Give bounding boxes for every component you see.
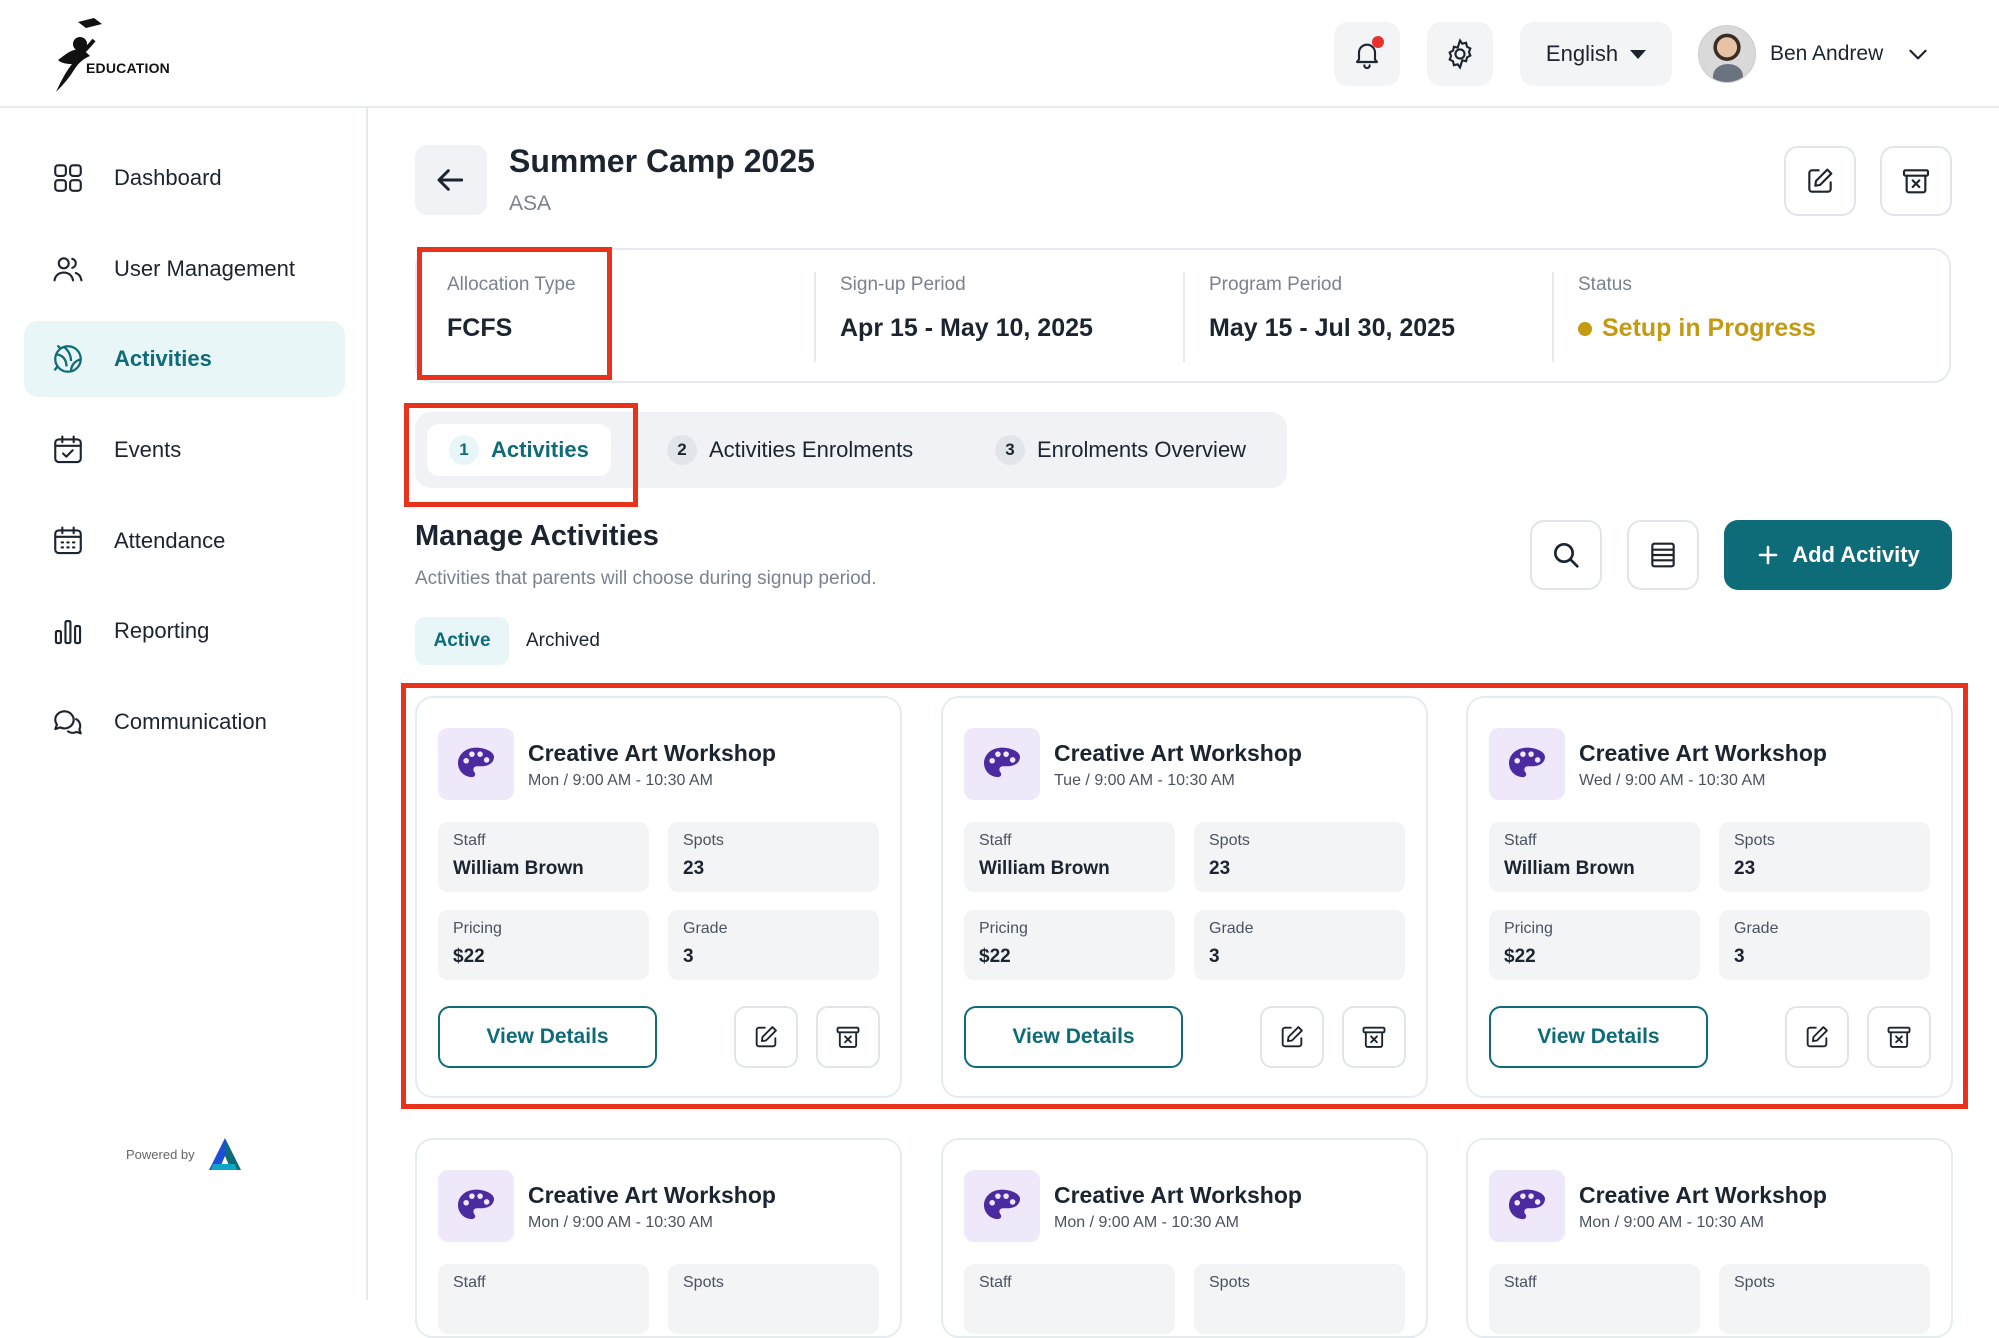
archive-program-button[interactable] bbox=[1880, 146, 1952, 216]
caret-down-icon bbox=[1630, 49, 1647, 59]
staff-tile: Staff bbox=[964, 1264, 1175, 1334]
spots-tile: Spots bbox=[1194, 1264, 1405, 1334]
palette-icon bbox=[438, 1170, 514, 1242]
section-subtitle: Activities that parents will choose duri… bbox=[415, 568, 877, 589]
archive-icon bbox=[1902, 169, 1930, 194]
arrow-left-icon bbox=[437, 169, 464, 191]
list-view-icon bbox=[1651, 542, 1675, 568]
staff-tile: Staff bbox=[1489, 1264, 1700, 1334]
sidebar-item-label: User Management bbox=[114, 256, 295, 281]
chat-icon bbox=[50, 704, 86, 740]
page-subtitle: ASA bbox=[509, 192, 552, 215]
chevron-down-icon bbox=[1909, 49, 1927, 60]
palette-icon bbox=[964, 1170, 1040, 1242]
status-badge: Setup in Progress bbox=[1578, 314, 1816, 343]
highlight-box bbox=[404, 403, 638, 507]
sidebar-item-attendance[interactable]: Attendance bbox=[24, 503, 345, 579]
notification-dot bbox=[1372, 36, 1384, 48]
calendar-check-icon bbox=[50, 432, 86, 468]
status-dot-icon bbox=[1578, 321, 1592, 336]
palette-icon bbox=[1489, 1170, 1565, 1242]
users-icon bbox=[50, 251, 86, 287]
logo-text: EDUCATION bbox=[86, 60, 170, 76]
list-view-button[interactable] bbox=[1627, 520, 1699, 590]
sidebar-item-label: Events bbox=[114, 437, 182, 462]
card-time: Mon / 9:00 AM - 10:30 AM bbox=[1579, 1214, 1764, 1231]
activity-card: Creative Art Workshop Mon / 9:00 AM - 10… bbox=[1466, 1138, 1953, 1338]
back-button[interactable] bbox=[415, 145, 487, 215]
sidebar-item-label: Reporting bbox=[114, 618, 210, 643]
dashboard-icon bbox=[50, 160, 86, 196]
status: Status Setup in Progress bbox=[1578, 274, 1816, 343]
search-button[interactable] bbox=[1530, 520, 1602, 590]
card-time: Mon / 9:00 AM - 10:30 AM bbox=[528, 1214, 713, 1231]
sidebar-item-dashboard[interactable]: Dashboard bbox=[24, 140, 345, 216]
calendar-grid-icon bbox=[50, 523, 86, 559]
tab-activities-enrolments[interactable]: 2 Activities Enrolments bbox=[645, 424, 935, 476]
staff-tile: Staff bbox=[438, 1264, 649, 1334]
plus-icon bbox=[1758, 545, 1778, 565]
sidebar-item-reporting[interactable]: Reporting bbox=[24, 593, 345, 669]
search-icon bbox=[1554, 543, 1579, 568]
activities-icon bbox=[50, 341, 86, 377]
program-info-card: Allocation Type FCFS Sign-up Period Apr … bbox=[415, 248, 1951, 383]
activity-card: Creative Art Workshop Mon / 9:00 AM - 10… bbox=[415, 1138, 902, 1338]
language-label: English bbox=[1545, 41, 1619, 66]
sidebar-item-activities[interactable]: Activities bbox=[24, 321, 345, 397]
tab-enrolments-overview[interactable]: 3 Enrolments Overview bbox=[973, 424, 1268, 476]
signup-period: Sign-up Period Apr 15 - May 10, 2025 bbox=[840, 274, 1093, 342]
filter-active[interactable]: Active bbox=[415, 617, 509, 665]
highlight-box bbox=[417, 247, 612, 380]
avatar bbox=[1698, 25, 1756, 83]
education-logo[interactable] bbox=[50, 14, 180, 96]
card-time: Mon / 9:00 AM - 10:30 AM bbox=[1054, 1214, 1239, 1231]
user-menu[interactable]: Ben Andrew bbox=[1698, 25, 1931, 83]
spots-tile: Spots bbox=[668, 1264, 879, 1334]
language-selector[interactable]: English bbox=[1520, 22, 1672, 86]
sidebar-item-events[interactable]: Events bbox=[24, 412, 345, 488]
card-title: Creative Art Workshop bbox=[528, 1182, 776, 1208]
sidebar-item-communication[interactable]: Communication bbox=[24, 684, 345, 760]
vendor-logo-icon bbox=[208, 1138, 241, 1170]
sidebar-item-label: Activities bbox=[114, 346, 212, 371]
top-bar: EDUCATION English Ben Andrew bbox=[0, 0, 1999, 108]
add-activity-button[interactable]: Add Activity bbox=[1724, 520, 1952, 590]
card-title: Creative Art Workshop bbox=[1579, 1182, 1827, 1208]
highlight-box bbox=[401, 683, 1968, 1109]
gear-icon bbox=[1448, 38, 1472, 70]
powered-by: Powered by bbox=[126, 1136, 243, 1172]
powered-by-label: Powered by bbox=[126, 1146, 195, 1162]
notifications-button[interactable] bbox=[1334, 22, 1400, 86]
filter-archived[interactable]: Archived bbox=[526, 617, 600, 665]
edit-icon bbox=[1808, 168, 1833, 193]
page-title: Summer Camp 2025 bbox=[509, 143, 815, 179]
bar-chart-icon bbox=[50, 613, 86, 649]
sidebar-item-label: Attendance bbox=[114, 528, 226, 553]
sidebar-item-label: Communication bbox=[114, 709, 267, 734]
sidebar-item-label: Dashboard bbox=[114, 165, 222, 190]
edit-program-button[interactable] bbox=[1784, 146, 1856, 216]
spots-tile: Spots bbox=[1719, 1264, 1930, 1334]
sidebar-item-user-management[interactable]: User Management bbox=[24, 231, 345, 307]
settings-button[interactable] bbox=[1427, 22, 1493, 86]
user-name: Ben Andrew bbox=[1770, 42, 1884, 65]
section-title: Manage Activities bbox=[415, 520, 659, 552]
card-title: Creative Art Workshop bbox=[1054, 1182, 1302, 1208]
program-period: Program Period May 15 - Jul 30, 2025 bbox=[1209, 274, 1455, 342]
activity-card: Creative Art Workshop Mon / 9:00 AM - 10… bbox=[941, 1138, 1428, 1338]
